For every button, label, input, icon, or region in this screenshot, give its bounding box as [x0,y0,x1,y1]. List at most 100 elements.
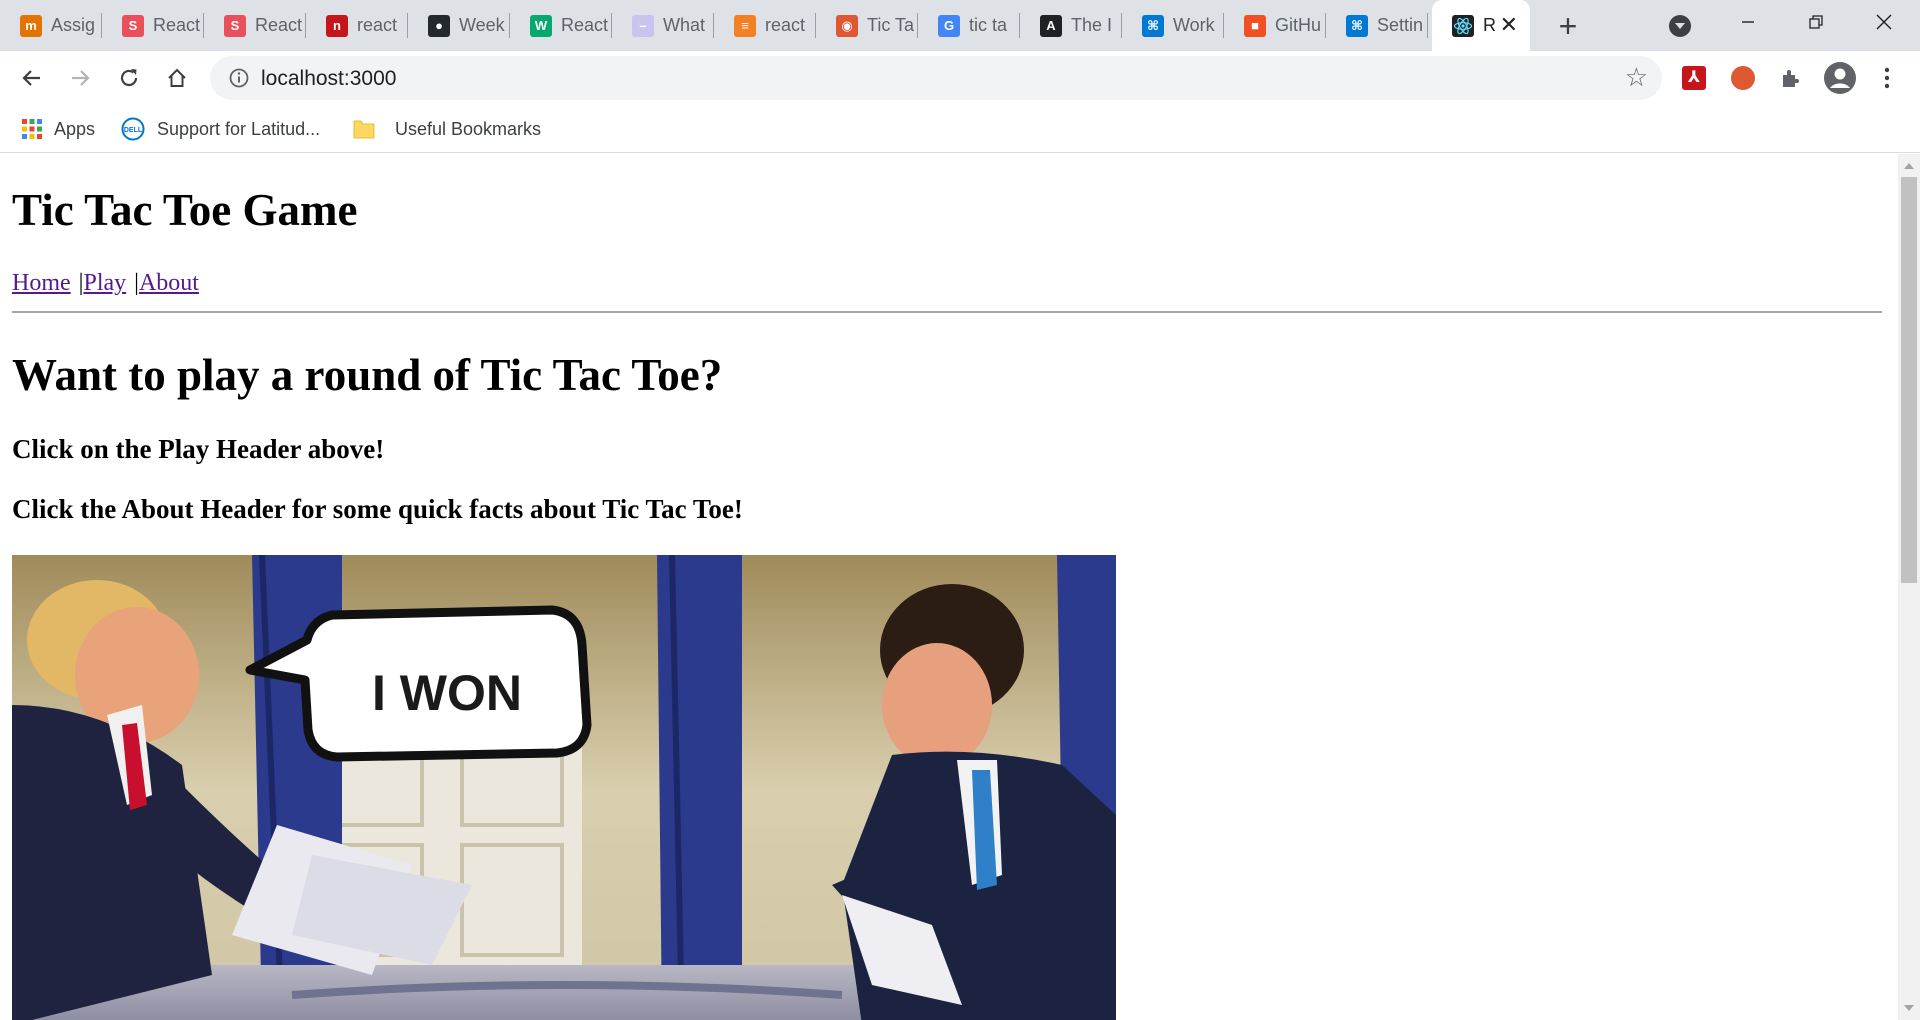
s-logo-icon: S [122,14,144,37]
tab-title: Tic Ta [867,15,915,35]
vscode-icon: ⌘ [1346,14,1368,37]
tab-title: The I [1071,15,1113,35]
home-icon [168,68,186,87]
vscode-icon: ⌘ [1142,14,1164,37]
info-icon[interactable] [228,67,250,89]
tab-7[interactable]: ≡ react [714,0,816,51]
bookmark-apps-label: Apps [54,118,96,139]
nav-link-play[interactable]: Play [83,270,126,296]
tab-8[interactable]: ◉ Tic Ta [816,0,918,51]
close-window-button[interactable] [1852,0,1916,44]
restore-button[interactable] [1784,0,1848,44]
tab-11[interactable]: ⌘ Work [1122,0,1224,51]
tab-title: What [663,15,706,35]
tab-1[interactable]: S React [102,0,204,51]
home-button[interactable] [158,59,196,97]
bookmark-star-icon[interactable]: ☆ [1625,64,1648,90]
restore-icon [1809,15,1823,29]
apps-grid-icon [22,119,42,139]
arrow-right-icon [72,70,90,86]
bookmark-folder-useful[interactable]: Useful Bookmarks [353,114,541,144]
reload-icon [120,69,138,87]
tab-title: tic ta [969,15,1008,35]
tab-9[interactable]: Gtic ta [918,0,1020,51]
forward-button[interactable] [62,59,100,97]
tab-active-react-app[interactable]: R ✕ [1432,0,1530,51]
menu-kebab-icon[interactable] [1872,63,1902,93]
adobe-acrobat-icon[interactable]: ⅄ [1679,63,1709,93]
profile-avatar-icon[interactable] [1823,61,1857,95]
tab-title: Assig [51,15,96,35]
page-scrollbar[interactable] [1898,154,1920,1020]
arrow-left-icon [22,70,40,86]
main-heading: Want to play a round of Tic Tac Toe? [12,350,723,400]
microsoft-icon: ■ [1244,14,1266,37]
tab-search-icon[interactable] [1669,15,1691,37]
bookmarks-bar: Apps DELL Support for Latitud... Useful … [0,105,1920,153]
url-text: localhost:3000 [261,67,397,90]
page-nav: Home |Play |About [12,270,199,297]
back-button[interactable] [12,59,50,97]
tab-10[interactable]: A The I [1020,0,1122,51]
browser-toolbar: localhost:3000 ☆ ⅄ [0,51,1920,105]
bookmark-apps[interactable]: Apps [22,114,95,144]
new-tab-button[interactable]: + [1548,6,1588,46]
extensions-puzzle-icon[interactable] [1776,63,1806,93]
page-icon: – [632,14,654,37]
duckduckgo-icon: ◉ [836,14,858,37]
s-logo-icon: S [224,14,246,37]
tab-5[interactable]: W React [510,0,612,51]
play-instruction: Click on the Play Header above! [12,434,385,464]
divider [12,311,1882,313]
tab-title: GitHu [1275,15,1322,35]
close-icon [1876,14,1892,30]
tab-strip: m Assig S React S React n react ● Week W React – What… [0,0,1920,51]
svg-text:DELL: DELL [124,127,143,134]
nav-link-home[interactable]: Home [12,270,71,296]
github-icon: ● [428,14,450,37]
meme-speech-text: I WON [372,665,522,721]
tab-title: React [561,15,609,35]
tab-title: Settin [1377,15,1424,35]
tab-3[interactable]: n react [306,0,408,51]
w3-icon: W [530,14,552,37]
tab-title: react [357,15,398,35]
tab-close-icon[interactable]: ✕ [1500,14,1518,36]
page-viewport: Tic Tac Toe Game Home |Play |About Want to… [0,154,1898,1020]
react-icon [1452,14,1474,37]
bookmark-support-label: Support for Latitud... [157,118,321,139]
bookmark-folder-label: Useful Bookmarks [395,118,542,139]
tab-title: Week [459,15,505,35]
atlassian-icon: A [1040,14,1062,37]
scrollbar-thumb[interactable] [1901,177,1917,583]
tab-12[interactable]: ■ GitHu [1224,0,1326,51]
tab-title: react [765,15,806,35]
page-title: Tic Tac Toe Game [12,185,358,235]
google-icon: G [938,14,960,37]
dell-logo-icon: DELL [121,117,145,141]
bookmark-support-latitude[interactable]: DELL Support for Latitud... [121,114,320,144]
scroll-up-icon[interactable] [1904,163,1914,169]
tab-title: Work [1173,15,1215,35]
tab-13[interactable]: ⌘ Settin [1326,0,1428,51]
reload-button[interactable] [110,59,148,97]
meme-image: I WON [12,555,1116,1020]
tab-6[interactable]: – What [612,0,714,51]
tab-list: m Assig S React S React n react ● Week W React – What… [0,0,1428,51]
minimize-button[interactable] [1716,0,1780,44]
duckduckgo-extension-icon[interactable] [1728,63,1758,93]
nav-link-about[interactable]: About [139,270,199,296]
mindtap-icon: m [20,14,42,37]
tab-0[interactable]: m Assig [0,0,102,51]
minimize-icon [1742,21,1754,23]
tab-2[interactable]: S React [204,0,306,51]
tab-4[interactable]: ● Week [408,0,510,51]
tab-title: R [1483,15,1496,35]
tab-title: React [255,15,303,35]
folder-icon [353,120,375,139]
about-instruction: Click the About Header for some quick fa… [12,494,743,524]
stackoverflow-icon: ≡ [734,14,756,37]
scroll-down-icon[interactable] [1904,1005,1914,1011]
address-bar[interactable]: localhost:3000 ☆ [210,56,1662,100]
tab-title: React [153,15,201,35]
